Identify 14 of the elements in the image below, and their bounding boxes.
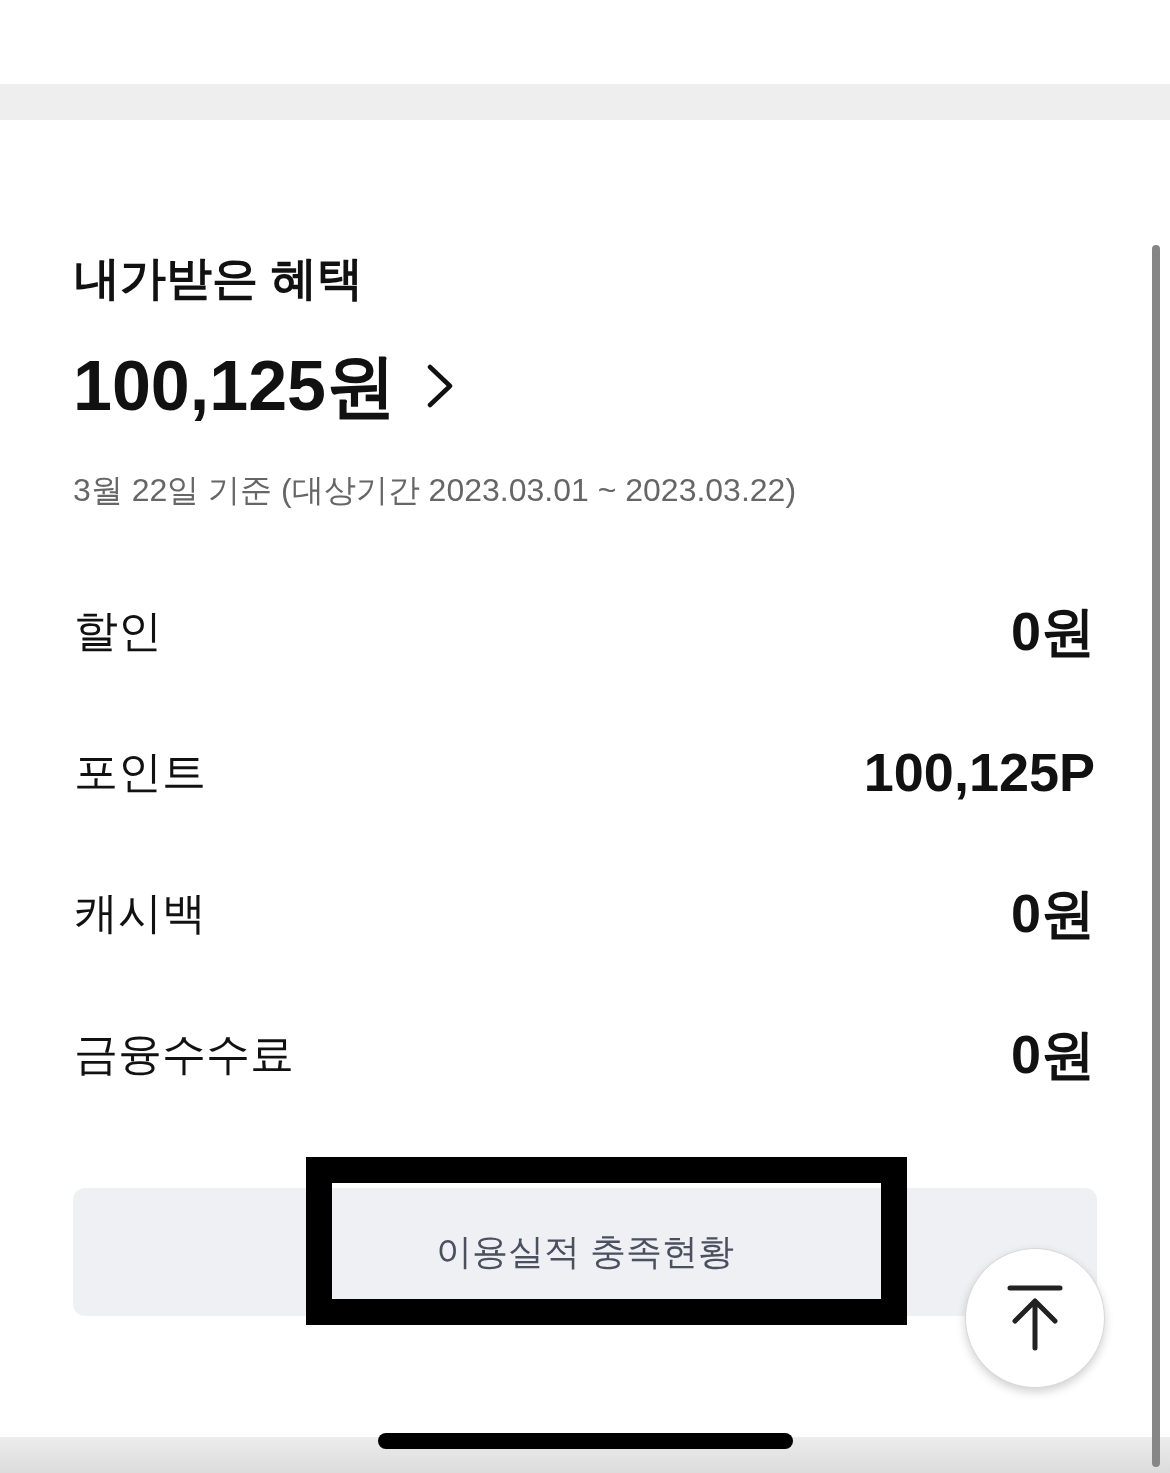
arrow-up-to-top-icon	[1007, 1285, 1063, 1351]
benefit-label: 할인	[74, 604, 162, 657]
period-note: 3월 22일 기준 (대상기간 2023.03.01 ~ 2023.03.22)	[73, 471, 797, 510]
benefit-amount: 0원	[1010, 599, 1095, 663]
chevron-right-icon	[426, 364, 455, 408]
benefit-label: 금융수수료	[74, 1027, 294, 1080]
benefit-amount: 0원	[1010, 1022, 1095, 1086]
benefit-amount: 100,125P	[863, 740, 1095, 804]
total-benefit-link[interactable]: 100,125원	[73, 346, 455, 426]
benefit-amount: 0원	[1010, 881, 1095, 945]
benefit-label: 포인트	[74, 745, 206, 798]
benefit-label: 캐시백	[74, 886, 206, 939]
section-title: 내가받은 혜택	[73, 251, 363, 306]
scrollbar[interactable]	[1152, 245, 1160, 1467]
